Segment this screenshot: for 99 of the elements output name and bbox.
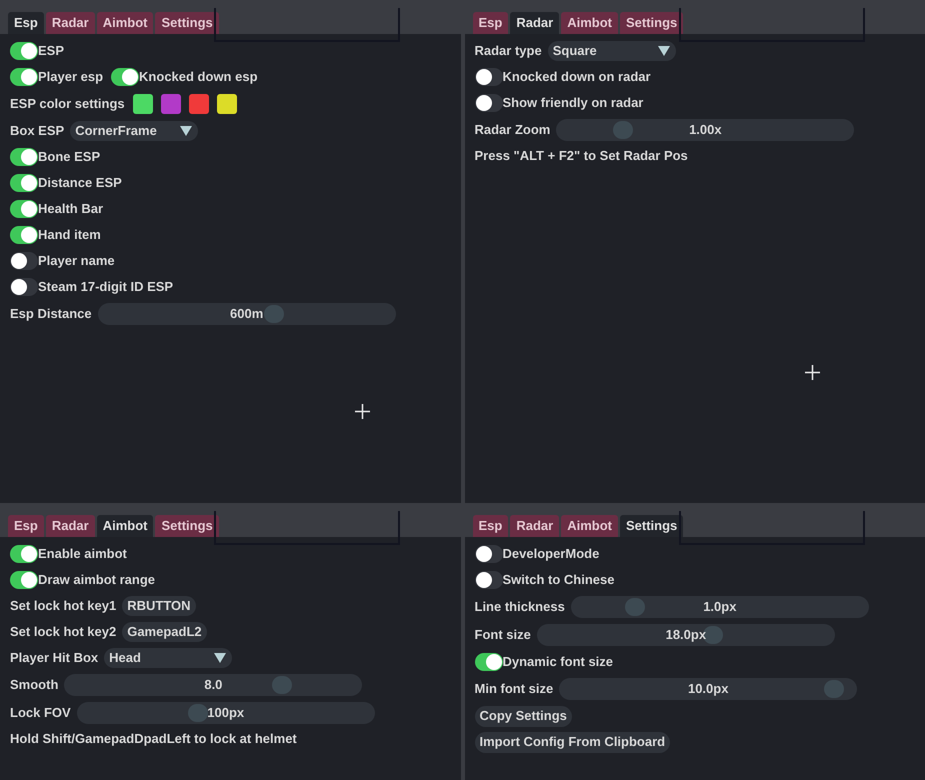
tab[interactable]: Settings xyxy=(620,515,684,537)
field-label: Radar Zoom xyxy=(474,121,550,140)
hotkey-button[interactable]: RBUTTON xyxy=(122,596,196,616)
tab[interactable]: Esp xyxy=(8,515,44,537)
slider-track[interactable]: 18.0px xyxy=(536,624,835,646)
tab[interactable]: Settings xyxy=(155,12,219,34)
toggle-switch[interactable] xyxy=(10,148,38,166)
slider-thumb[interactable] xyxy=(188,704,208,722)
slider-value: 600m xyxy=(230,305,264,324)
dropdown[interactable]: Head xyxy=(104,648,232,668)
dropdown[interactable]: CornerFrame xyxy=(70,121,198,141)
field-label: Lock FOV xyxy=(10,704,71,722)
slider-track[interactable]: 600m xyxy=(98,303,396,325)
tab[interactable]: Radar xyxy=(510,12,560,34)
slider-track[interactable]: 1.00x xyxy=(556,119,854,141)
toggle-label: Switch to Chinese xyxy=(502,571,614,590)
toggle-switch[interactable] xyxy=(474,653,502,671)
toggle-label: Knocked down on radar xyxy=(502,68,651,86)
slider-track[interactable]: 100px xyxy=(76,702,375,724)
slider-value: 1.0px xyxy=(703,598,736,616)
toggle-label: Bone ESP xyxy=(38,148,100,166)
toggle-label: Dynamic font size xyxy=(502,653,614,672)
toggle-switch[interactable] xyxy=(10,200,38,218)
slider-value: 18.0px xyxy=(666,626,706,644)
toggle-switch[interactable] xyxy=(10,68,38,86)
slider-value: 100px xyxy=(207,704,244,722)
tab[interactable]: Aimbot xyxy=(96,515,154,537)
tab[interactable]: Radar xyxy=(46,12,95,34)
tab[interactable]: Radar xyxy=(46,515,95,537)
action-button[interactable]: Copy Settings xyxy=(474,706,572,726)
field-label: Radar type xyxy=(474,42,542,60)
caret-icon xyxy=(658,46,670,56)
toggle-switch[interactable] xyxy=(10,226,38,244)
hint-text: Hold Shift/GamepadDpadLeft to lock at helmet xyxy=(10,730,297,748)
toggle-label: Show friendly on radar xyxy=(502,94,644,112)
toggle-switch[interactable] xyxy=(10,42,38,60)
toggle-label: Health Bar xyxy=(38,200,104,218)
toggle-label: Enable aimbot xyxy=(38,545,127,564)
field-label: Player Hit Box xyxy=(10,649,98,668)
slider-value: 8.0 xyxy=(204,676,222,694)
action-button[interactable]: Import Config From Clipboard xyxy=(474,732,670,752)
tab[interactable]: Aimbot xyxy=(96,12,154,34)
toggle-label: Player name xyxy=(38,252,115,270)
tab[interactable]: Settings xyxy=(620,12,684,34)
field-label: Font size xyxy=(474,626,531,644)
toggle-switch[interactable] xyxy=(474,545,502,563)
slider-track[interactable]: 8.0 xyxy=(64,674,362,696)
toggle-label: ESP xyxy=(38,42,64,60)
color-swatch[interactable] xyxy=(216,94,237,114)
dropdown[interactable]: Square xyxy=(548,41,676,61)
toggle-switch[interactable] xyxy=(474,68,502,86)
toggle-label: Hand item xyxy=(38,226,101,244)
field-label: Smooth xyxy=(10,676,58,694)
caret-icon xyxy=(214,653,226,663)
tab[interactable]: Aimbot xyxy=(561,515,618,537)
slider-value: 10.0px xyxy=(688,680,728,698)
toggle-label: Player esp xyxy=(38,68,104,86)
hint-text: Press "ALT + F2" to Set Radar Pos xyxy=(474,147,688,166)
slider-value: 1.00x xyxy=(689,121,722,140)
field-label: Esp Distance xyxy=(10,305,92,324)
slider-thumb[interactable] xyxy=(624,598,645,616)
field-label: Box ESP xyxy=(10,122,64,140)
slider-track[interactable]: 10.0px xyxy=(559,678,858,700)
toggle-switch[interactable] xyxy=(10,571,38,589)
toggle-switch[interactable] xyxy=(474,571,502,589)
toggle-switch[interactable] xyxy=(10,278,38,296)
toggle-label: Distance ESP xyxy=(38,174,122,192)
slider-track[interactable]: 1.0px xyxy=(570,596,869,618)
tab[interactable]: Aimbot xyxy=(561,12,618,34)
field-label: Set lock hot key1 xyxy=(10,597,116,616)
field-label: Line thickness xyxy=(474,598,565,616)
toggle-label: Steam 17-digit ID ESP xyxy=(38,278,174,296)
slider-thumb[interactable] xyxy=(824,680,844,698)
toggle-label: DeveloperMode xyxy=(502,545,600,564)
caret-icon xyxy=(180,126,192,136)
toggle-label: Knocked down esp xyxy=(139,68,258,86)
slider-thumb[interactable] xyxy=(264,305,284,323)
tab[interactable]: Esp xyxy=(472,515,508,537)
color-swatch[interactable] xyxy=(132,94,153,114)
slider-thumb[interactable] xyxy=(272,676,292,694)
crosshair-icon xyxy=(804,365,820,380)
color-swatch[interactable] xyxy=(160,94,181,114)
slider-thumb[interactable] xyxy=(613,121,634,139)
toggle-switch[interactable] xyxy=(10,545,38,563)
hotkey-button[interactable]: GamepadL2 xyxy=(122,622,207,642)
field-label: Min font size xyxy=(474,680,554,698)
toggle-switch[interactable] xyxy=(111,68,140,86)
tab[interactable]: Radar xyxy=(510,515,560,537)
toggle-switch[interactable] xyxy=(10,252,38,270)
field-label: Set lock hot key2 xyxy=(10,623,116,642)
field-label: ESP color settings xyxy=(10,95,125,114)
toggle-switch[interactable] xyxy=(474,94,502,112)
color-swatch[interactable] xyxy=(188,94,209,114)
tab[interactable]: Esp xyxy=(472,12,508,34)
crosshair-icon xyxy=(355,404,370,419)
tab[interactable]: Settings xyxy=(155,515,219,537)
toggle-switch[interactable] xyxy=(10,174,38,192)
toggle-label: Draw aimbot range xyxy=(38,571,156,590)
tab[interactable]: Esp xyxy=(8,12,44,34)
